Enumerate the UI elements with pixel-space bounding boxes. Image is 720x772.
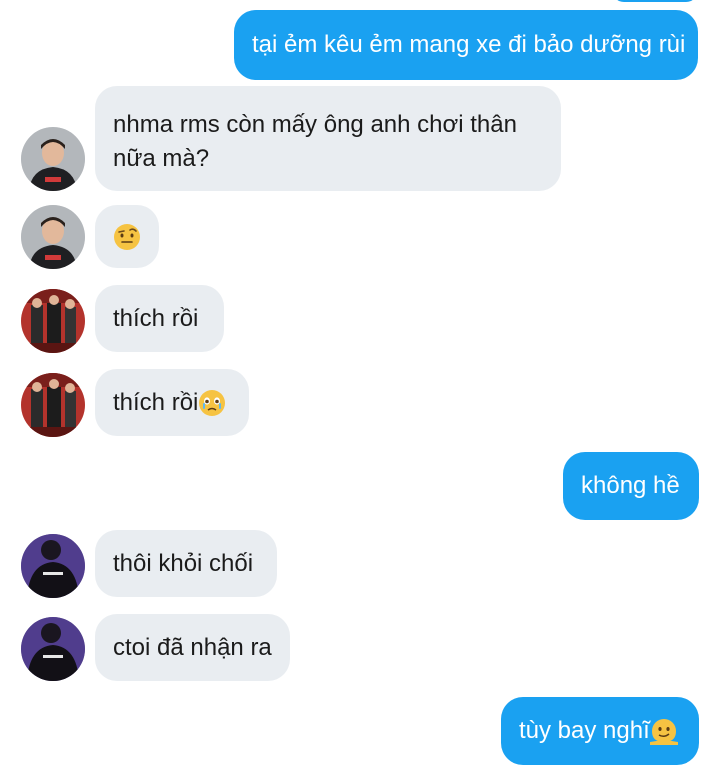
message-bubble-incoming[interactable]: thích rồi [95, 369, 249, 436]
group-photo-avatar[interactable] [21, 289, 85, 353]
group-photo-avatar[interactable] [21, 373, 85, 437]
message-text: tại ẻm kêu ẻm mang xe đi bảo dưỡng rùi [252, 31, 686, 58]
message-bubble-outgoing[interactable]: không hề [563, 452, 699, 520]
message-bubble-incoming[interactable]: ctoi đã nhận ra [95, 614, 290, 681]
message-text: thích rồi [113, 304, 199, 332]
message-text: nhma rms còn mấy ông anh chơi thân nữa m… [113, 111, 517, 172]
message-bubble-incoming[interactable]: nhma rms còn mấy ông anh chơi thân nữa m… [95, 86, 561, 191]
message-bubble-outgoing[interactable]: tại ẻm kêu ẻm mang xe đi bảo dưỡng rùi [234, 10, 698, 80]
message-bubble-outgoing[interactable]: tùy bay nghĩ [501, 697, 699, 765]
raised-eyebrow-face-emoji [113, 223, 141, 251]
message-bubble-incoming[interactable]: thích rồi [95, 285, 224, 352]
message-text: thôi khỏi chối [113, 549, 254, 577]
message-bubble-incoming[interactable] [95, 205, 159, 268]
back-jersey-avatar[interactable] [21, 617, 85, 681]
face-holding-back-tears-emoji [198, 389, 226, 417]
message-text: thích rồi [113, 388, 199, 416]
message-text: không hề [581, 472, 680, 499]
message-text: ctoi đã nhận ra [113, 633, 272, 661]
back-jersey-avatar[interactable] [21, 534, 85, 598]
melting-face-emoji [649, 717, 678, 745]
previous-message-bubble-edge [612, 0, 698, 2]
message-bubble-incoming[interactable]: thôi khỏi chối [95, 530, 277, 597]
player-a-avatar[interactable] [21, 205, 85, 269]
message-text: tùy bay nghĩ [519, 717, 650, 744]
player-a-avatar[interactable] [21, 127, 85, 191]
